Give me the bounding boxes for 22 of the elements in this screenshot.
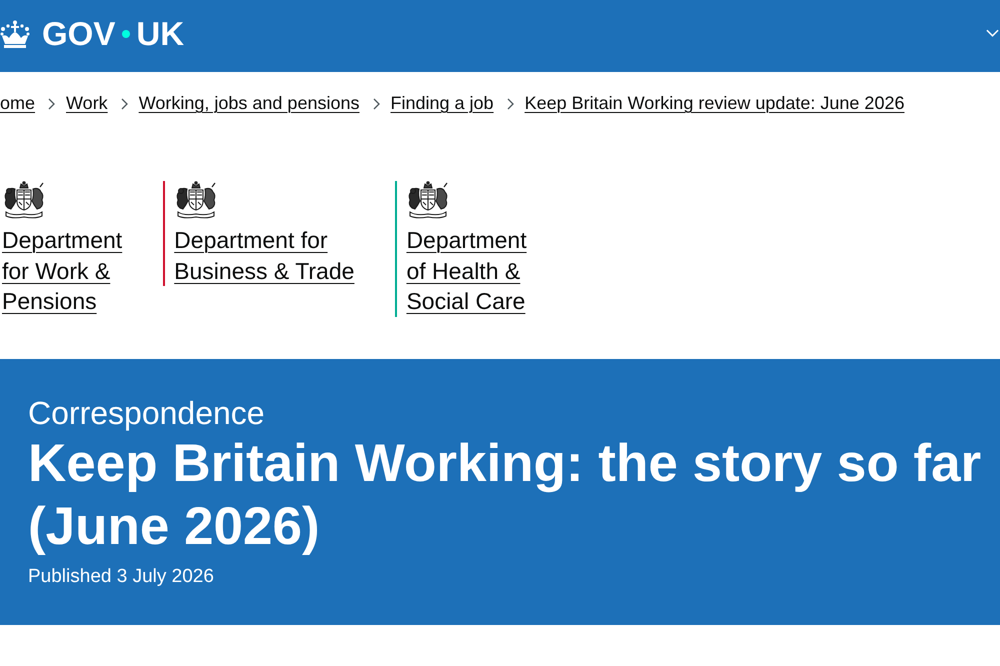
organisation-link[interactable]: Department of Health & Social Care xyxy=(406,181,527,316)
coat-of-arms-icon xyxy=(406,181,450,219)
chevron-right-icon xyxy=(120,98,128,110)
dot-icon xyxy=(122,30,130,38)
crown-icon xyxy=(0,20,30,48)
breadcrumb-link[interactable]: Work xyxy=(66,92,108,115)
breadcrumb-link[interactable]: ome xyxy=(0,92,36,115)
logo-link[interactable]: GOV UK xyxy=(0,16,184,52)
chevron-right-icon xyxy=(372,98,380,110)
document-type: Correspondence xyxy=(28,394,265,432)
chevron-right-icon xyxy=(48,98,56,110)
coat-of-arms-icon xyxy=(2,181,46,219)
chevron-down-icon[interactable] xyxy=(986,28,999,38)
breadcrumb-link[interactable]: Working, jobs and pensions xyxy=(138,92,360,115)
chevron-right-icon xyxy=(506,98,514,110)
page-title: Keep Britain Working: the story so far (June 2026) xyxy=(28,432,982,558)
coat-of-arms-icon xyxy=(174,181,218,219)
organisation-link[interactable]: Department for Work & Pensions xyxy=(2,181,122,316)
published-date: Published 3 July 2026 xyxy=(28,564,214,588)
breadcrumb-link[interactable]: Keep Britain Working review update: June 2026 xyxy=(524,92,904,115)
breadcrumb-link[interactable]: Finding a job xyxy=(390,92,494,115)
organisation-link[interactable]: Department for Business & Trade xyxy=(174,181,354,286)
